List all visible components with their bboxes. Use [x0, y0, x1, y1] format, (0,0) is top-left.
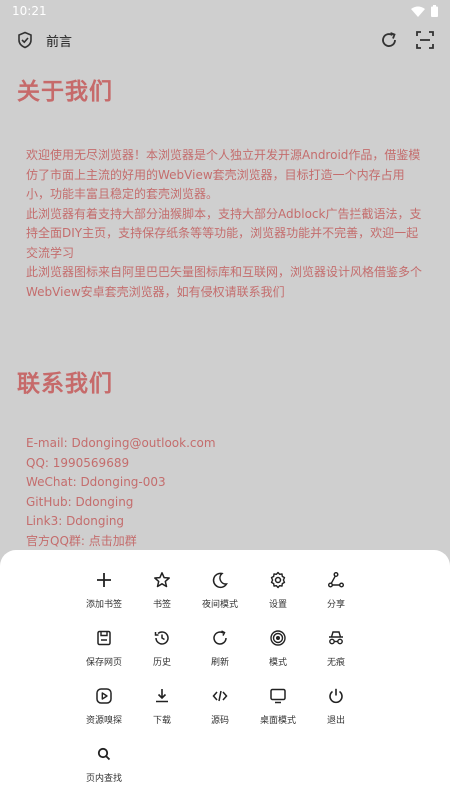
contact-github: GitHub: Ddonging: [26, 494, 134, 509]
status-time: 10:21: [12, 4, 47, 18]
menu-refresh[interactable]: 刷新: [191, 626, 249, 684]
incognito-icon: [326, 628, 346, 648]
about-paragraph: 欢迎使用无尽浏览器！本浏览器是个人独立开发开源Android作品，借鉴模仿了市面…: [26, 148, 421, 201]
scan-button[interactable]: [414, 29, 436, 51]
menu-mode[interactable]: 模式: [249, 626, 307, 684]
contact-link3: Link3: Ddonging: [26, 514, 125, 528]
plus-icon: [94, 570, 114, 590]
menu-bookmarks[interactable]: 书签: [133, 568, 191, 626]
contact-wechat: WeChat: Ddonging-003: [26, 475, 166, 489]
menu-add-bookmark[interactable]: 添加书签: [75, 568, 133, 626]
refresh-icon: [210, 628, 230, 648]
menu-sheet: 添加书签 书签 夜间模式 设置 分享 保存网页 历史 刷新 模式 无痕 资源嗅探…: [0, 550, 450, 800]
menu-settings[interactable]: 设置: [249, 568, 307, 626]
search-icon: [94, 744, 114, 764]
history-icon: [152, 628, 172, 648]
top-toolbar: 前言: [0, 24, 450, 56]
star-icon: [152, 570, 172, 590]
menu-download[interactable]: 下载: [133, 684, 191, 742]
share-icon: [326, 570, 346, 590]
menu-find-in-page[interactable]: 页内查找: [75, 742, 133, 800]
moon-icon: [210, 570, 230, 590]
play-icon: [94, 686, 114, 706]
contact-email[interactable]: E-mail: Ddonging@outlook.com: [26, 434, 450, 454]
save-icon: [94, 628, 114, 648]
power-icon: [326, 686, 346, 706]
menu-night-mode[interactable]: 夜间模式: [191, 568, 249, 626]
menu-source-code[interactable]: 源码: [191, 684, 249, 742]
menu-resource-sniff[interactable]: 资源嗅探: [75, 684, 133, 742]
wifi-icon: [411, 6, 425, 17]
menu-history[interactable]: 历史: [133, 626, 191, 684]
menu-save-page[interactable]: 保存网页: [75, 626, 133, 684]
page-title: 前言: [46, 34, 73, 50]
menu-exit[interactable]: 退出: [307, 684, 365, 742]
menu-grid: 添加书签 书签 夜间模式 设置 分享 保存网页 历史 刷新 模式 无痕 资源嗅探…: [75, 568, 365, 800]
menu-incognito[interactable]: 无痕: [307, 626, 365, 684]
contact-qq-group[interactable]: 官方QQ群: 点击加群: [26, 532, 450, 552]
shield-icon[interactable]: [14, 29, 36, 51]
menu-desktop-mode[interactable]: 桌面模式: [249, 684, 307, 742]
contact-heading: 联系我们: [17, 371, 113, 397]
about-text: 欢迎使用无尽浏览器！本浏览器是个人独立开发开源Android作品，借鉴模仿了市面…: [0, 146, 450, 302]
page-content: 关于我们 欢迎使用无尽浏览器！本浏览器是个人独立开发开源Android作品，借鉴…: [0, 72, 450, 551]
about-paragraph: 此浏览器有着支持大部分油猴脚本，支持大部分Adblock广告拦截语法，支持全面D…: [26, 206, 422, 260]
fingerprint-icon: [268, 628, 288, 648]
desktop-icon: [268, 686, 288, 706]
battery-icon: [431, 5, 438, 17]
about-heading: 关于我们: [17, 79, 113, 105]
contact-list: E-mail: Ddonging@outlook.com QQ: 1990569…: [0, 434, 450, 551]
code-icon: [210, 686, 230, 706]
about-paragraph: 此浏览器图标来自阿里巴巴矢量图标库和互联网，浏览器设计风格借鉴多个WebView…: [26, 265, 423, 299]
menu-share[interactable]: 分享: [307, 568, 365, 626]
gear-icon: [268, 570, 288, 590]
contact-qq: QQ: 1990569689: [26, 455, 130, 470]
reload-button[interactable]: [378, 29, 400, 51]
download-icon: [152, 686, 172, 706]
status-bar: 10:21: [0, 0, 450, 22]
